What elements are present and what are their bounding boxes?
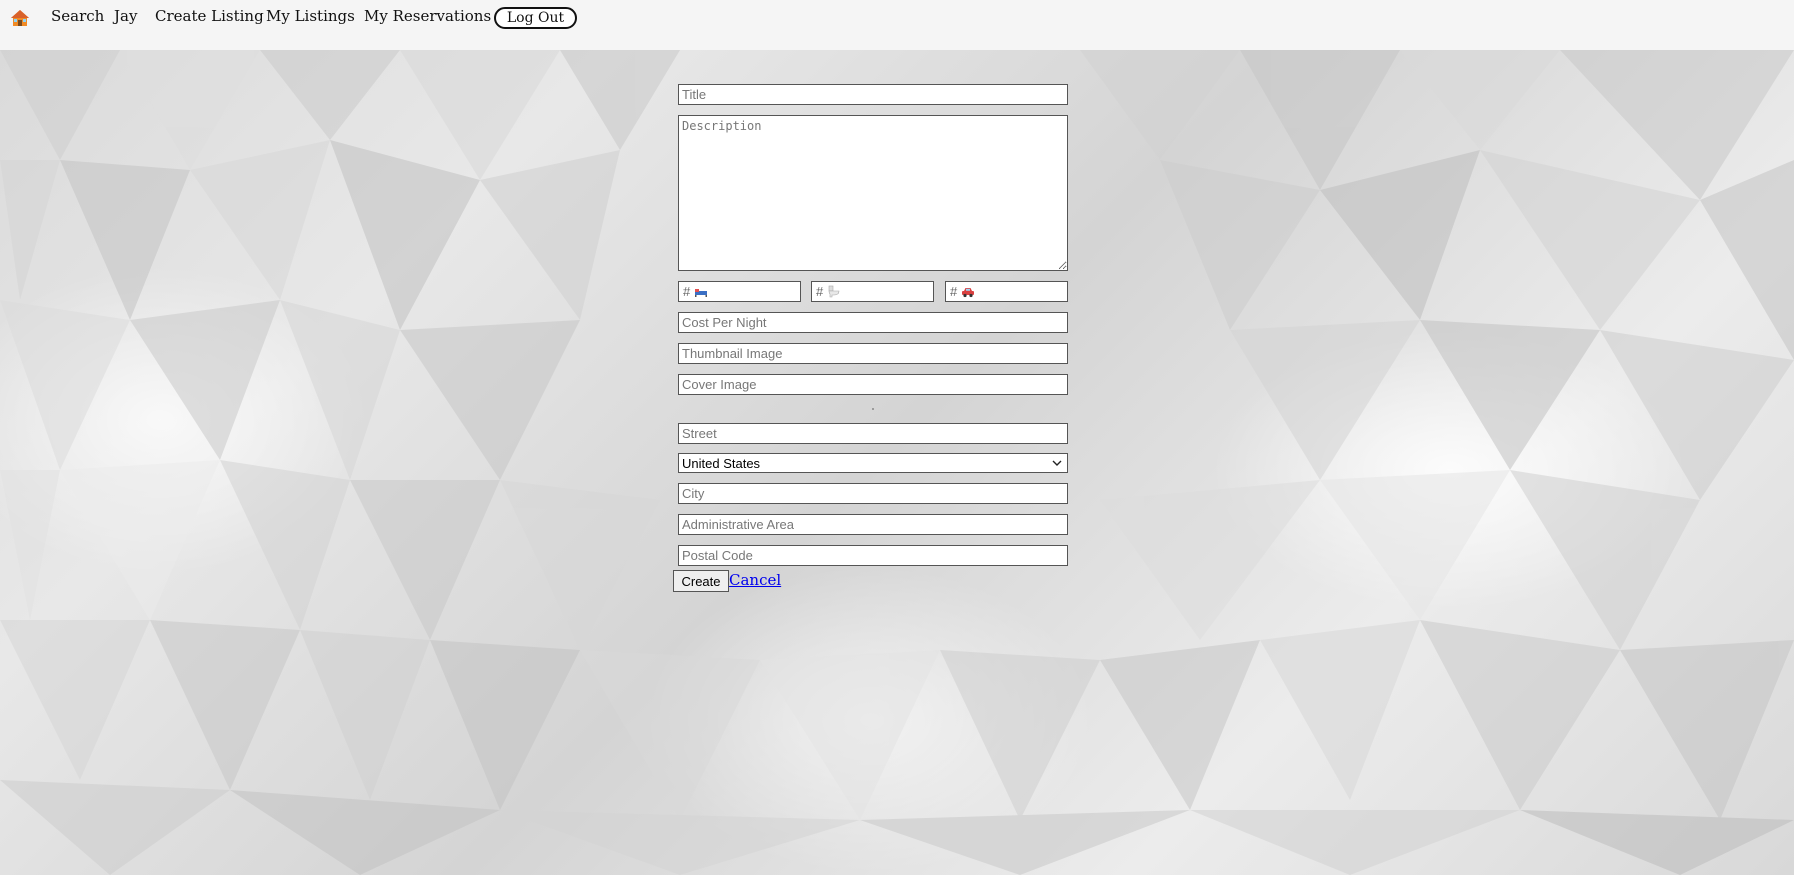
- country-select-value: United States: [682, 455, 761, 471]
- country-select[interactable]: United States: [678, 453, 1068, 473]
- bedrooms-prefix: #: [683, 284, 691, 299]
- city-input[interactable]: [678, 483, 1068, 504]
- toilet-icon: [827, 285, 841, 298]
- bathrooms-input[interactable]: #: [811, 281, 934, 302]
- title-input[interactable]: [678, 84, 1068, 105]
- cost-per-night-input[interactable]: [678, 312, 1068, 333]
- postal-code-input[interactable]: [678, 545, 1068, 566]
- street-input[interactable]: [678, 423, 1068, 444]
- bedrooms-input[interactable]: #: [678, 281, 801, 302]
- create-button[interactable]: Create: [673, 570, 729, 592]
- parking-prefix: #: [950, 284, 958, 299]
- cancel-link[interactable]: Cancel: [729, 571, 781, 589]
- chevron-down-icon: [1051, 457, 1063, 469]
- car-icon: [961, 286, 975, 298]
- bed-icon: [694, 286, 708, 298]
- administrative-area-input[interactable]: [678, 514, 1068, 535]
- thumbnail-image-input[interactable]: [678, 343, 1068, 364]
- description-textarea[interactable]: [678, 115, 1068, 271]
- create-listing-form: # # #: [0, 0, 1794, 875]
- parking-input[interactable]: #: [945, 281, 1068, 302]
- cover-image-input[interactable]: [678, 374, 1068, 395]
- bathrooms-prefix: #: [816, 284, 824, 299]
- divider-dot: [872, 408, 874, 410]
